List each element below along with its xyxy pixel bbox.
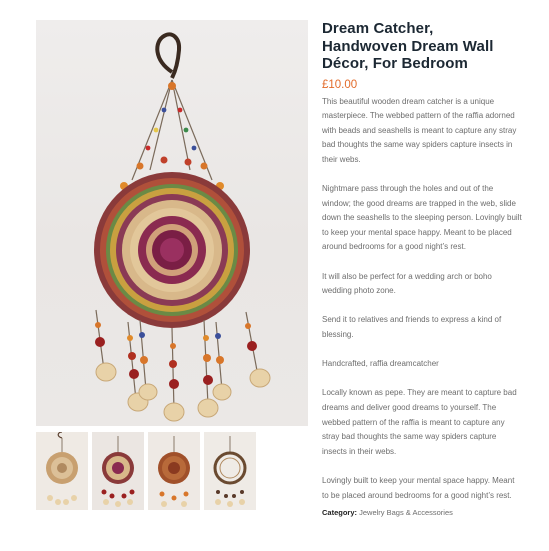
- main-product-image[interactable]: [36, 20, 308, 426]
- thumbnail-strip: [36, 432, 308, 510]
- description-paragraph: Send it to relatives and friends to expr…: [322, 315, 502, 339]
- description-paragraph: Lovingly built to keep your mental space…: [322, 475, 515, 500]
- category-label: Category:: [322, 507, 358, 517]
- dream-catcher-illustration: [94, 32, 271, 422]
- product-price: £10.00: [322, 78, 358, 91]
- description-paragraph: Handcrafted, raffia dreamcatcher: [322, 359, 439, 369]
- category-link[interactable]: Jewelry Bags & Accessories: [359, 508, 453, 517]
- product-gallery: [36, 20, 308, 510]
- description-paragraph: Locally known as pepe. They are meant to…: [322, 388, 517, 456]
- thumbnail-1[interactable]: [36, 432, 88, 510]
- description-paragraph: It will also be perfect for a wedding ar…: [322, 271, 492, 296]
- description-paragraph: Nightmare pass through the holes and out…: [322, 184, 522, 252]
- product-description: This beautiful wooden dream catcher is a…: [322, 95, 522, 504]
- product-title: Dream Catcher, Handwoven Dream Wall Déco…: [322, 20, 494, 72]
- product-summary: Dream Catcher, Handwoven Dream Wall Déco…: [322, 20, 522, 517]
- description-paragraph: This beautiful wooden dream catcher is a…: [322, 96, 517, 164]
- thumbnail-4[interactable]: [204, 432, 256, 510]
- product-meta: Category: Jewelry Bags & Accessories: [322, 508, 522, 517]
- thumbnail-2[interactable]: [92, 432, 144, 510]
- thumbnail-3[interactable]: [148, 432, 200, 510]
